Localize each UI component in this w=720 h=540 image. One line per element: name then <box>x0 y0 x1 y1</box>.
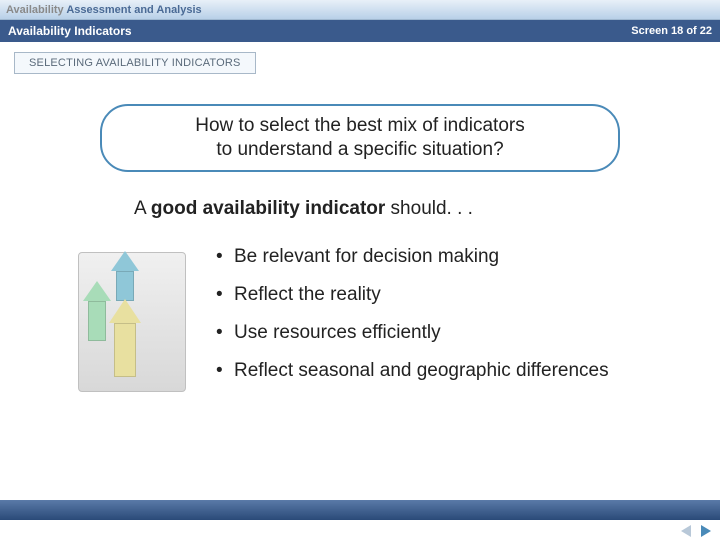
question-box: How to select the best mix of indicators… <box>100 104 620 172</box>
list-item: Be relevant for decision making <box>216 246 609 268</box>
content-row: Be relevant for decision making Reflect … <box>78 246 660 398</box>
list-item: Use resources efficiently <box>216 322 609 344</box>
prev-button[interactable] <box>678 524 694 538</box>
bullet-list: Be relevant for decision making Reflect … <box>216 246 609 398</box>
sub-header-bar: Availability Indicators Screen 18 of 22 <box>0 20 720 42</box>
list-item: Reflect seasonal and geographic differen… <box>216 360 609 382</box>
lead-prefix: A <box>134 198 151 219</box>
lead-line: A good availability indicator should. . … <box>134 198 660 220</box>
arrows-icon <box>78 252 186 392</box>
lead-suffix: should. . . <box>385 198 473 219</box>
screen-counter: Screen 18 of 22 <box>631 25 712 37</box>
next-button[interactable] <box>698 524 714 538</box>
question-line-1: How to select the best mix of indicators <box>122 114 598 138</box>
lead-bold: good availability indicator <box>151 198 385 219</box>
question-line-2: to understand a specific situation? <box>122 138 598 162</box>
course-title: Availability Assessment and Analysis <box>6 4 202 16</box>
main-content: How to select the best mix of indicators… <box>0 74 720 398</box>
title-part-blue: Assessment and Analysis <box>66 4 201 16</box>
footer-bar <box>0 500 720 520</box>
section-label-container: SELECTING AVAILABILITY INDICATORS <box>14 52 720 74</box>
lesson-title: Availability Indicators <box>8 24 132 38</box>
chevron-right-icon <box>701 525 711 537</box>
chevron-left-icon <box>681 525 691 537</box>
section-label: SELECTING AVAILABILITY INDICATORS <box>14 52 256 74</box>
list-item: Reflect the reality <box>216 284 609 306</box>
nav-arrows <box>678 524 714 538</box>
title-part-grey: Availability <box>6 4 66 16</box>
title-bar: Availability Assessment and Analysis <box>0 0 720 20</box>
